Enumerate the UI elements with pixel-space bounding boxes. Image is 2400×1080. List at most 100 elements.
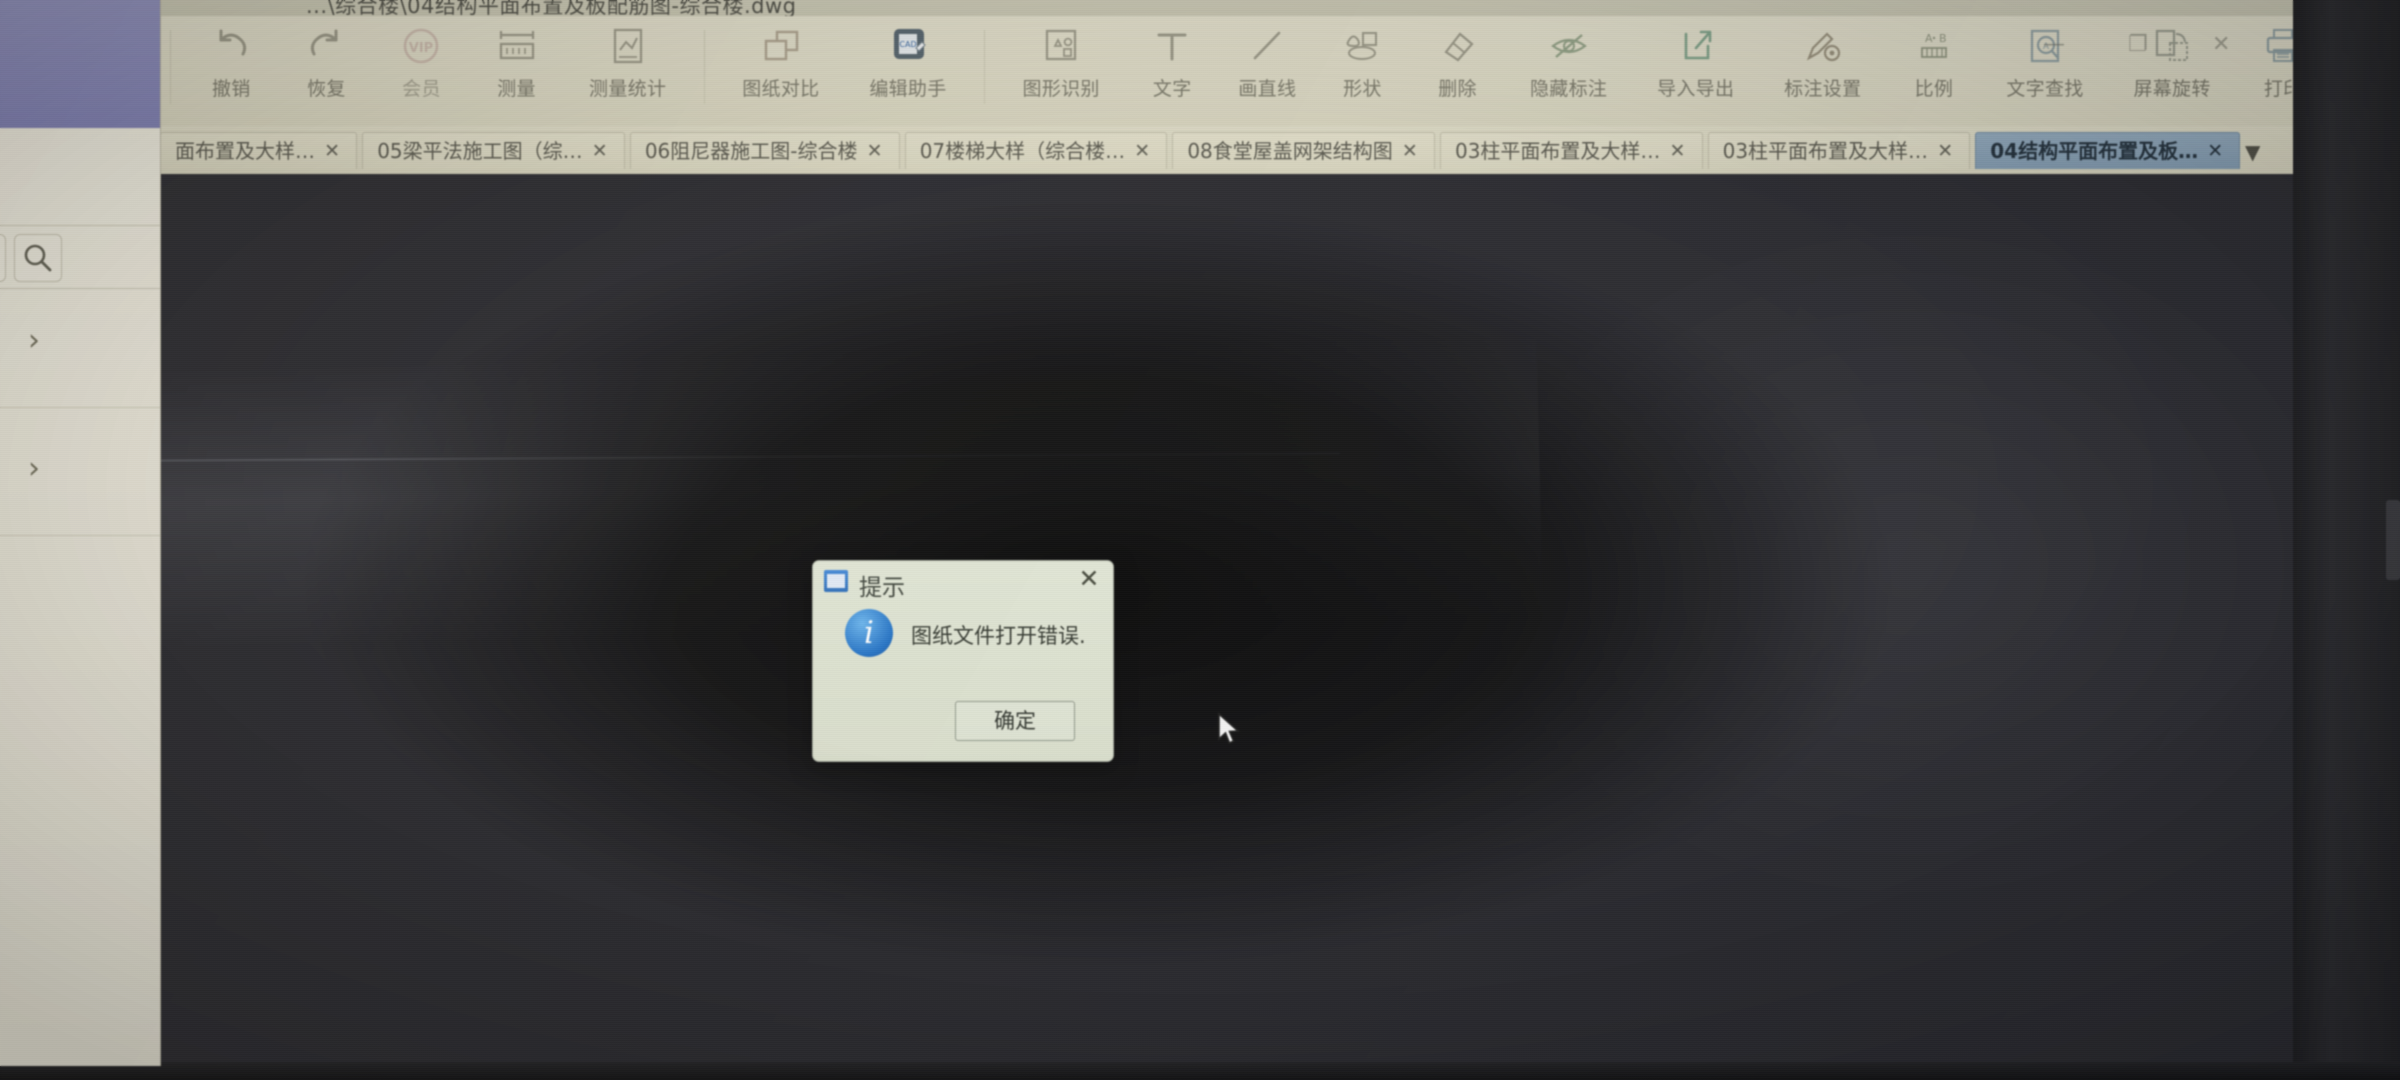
- document-tab-strip: 面布置及大样… ✕ 05梁平法施工图（综… ✕ 06阻尼器施工图-综合楼 ✕ 0…: [0, 126, 2293, 175]
- toolbar-button-vip[interactable]: VIP 会员: [376, 16, 466, 120]
- document-tab[interactable]: 03柱平面布置及大样… ✕: [1707, 132, 1971, 169]
- edit-assistant-icon: CAD: [884, 26, 932, 70]
- toolbar-button-undo[interactable]: 撤销: [186, 16, 276, 120]
- toolbar-button-measure[interactable]: 测量: [472, 16, 562, 120]
- error-dialog[interactable]: 提示 ✕ 图纸文件打开错误. 确定: [812, 560, 1114, 762]
- tab-label: 03柱平面布置及大样…: [1454, 139, 1661, 163]
- document-tab[interactable]: 08食堂屋盖网架结构图 ✕: [1172, 132, 1435, 169]
- toolbar-label: 会员: [402, 78, 441, 100]
- redo-icon: [302, 26, 350, 70]
- toolbar-button-annotation-settings[interactable]: 标注设置: [1762, 16, 1884, 120]
- bezel-bottom: [0, 1062, 2400, 1080]
- toolbar-label: 画直线: [1238, 78, 1297, 100]
- sidebar-row[interactable]: 图层 ›: [0, 415, 160, 536]
- dialog-close-button[interactable]: ✕: [1075, 565, 1103, 593]
- toolbar-label: 测量: [497, 78, 536, 100]
- tab-close-icon[interactable]: ✕: [1130, 133, 1154, 169]
- tab-close-icon[interactable]: ✕: [1398, 133, 1422, 169]
- tab-label: 面布置及大样…: [175, 139, 315, 163]
- toolbar-button-hide-annotation[interactable]: 隐藏标注: [1508, 16, 1630, 120]
- toolbar-label: 比例: [1914, 78, 1954, 100]
- info-icon: [845, 609, 893, 657]
- toolbar-label: 编辑助手: [869, 78, 947, 100]
- svg-text:VIP: VIP: [409, 41, 433, 56]
- document-tab[interactable]: 面布置及大样… ✕: [160, 132, 358, 169]
- measure-stats-icon: [604, 26, 652, 70]
- left-sidebar: 目 图纸 › 图层: [0, 0, 161, 1066]
- toolbar-separator: [170, 30, 172, 104]
- toolbar-label: 文字查找: [2006, 78, 2084, 100]
- toolbar-button-compare[interactable]: 图纸对比: [720, 16, 842, 120]
- toolbar-button-redo[interactable]: 恢复: [281, 16, 371, 120]
- toolbar-button-shape-recognize[interactable]: 图形识别: [1000, 16, 1122, 120]
- laptop-photo: ...\综合楼\04结构平面布置及板配筋图-综合楼.dwg 撤销 恢复 VIP …: [0, 0, 2400, 1080]
- toolbar-separator: [984, 30, 986, 104]
- toolbar-button-import-export[interactable]: 导入导出: [1635, 16, 1757, 120]
- toolbar-separator: [703, 30, 705, 104]
- drawing-canvas[interactable]: [160, 174, 2293, 1066]
- scale-icon: A B: [1910, 26, 1958, 70]
- search-icon[interactable]: [14, 234, 62, 282]
- tab-close-icon[interactable]: ✕: [2203, 133, 2227, 169]
- window-minimize-button[interactable]: —: [2043, 32, 2065, 57]
- tab-label: 04结构平面布置及板…: [1990, 139, 2199, 163]
- dialog-message: 图纸文件打开错误.: [911, 624, 1086, 648]
- sync-icon[interactable]: [0, 234, 6, 282]
- toolbar-label: 导入导出: [1657, 78, 1735, 100]
- tab-overflow-button[interactable]: ▼: [2245, 140, 2260, 164]
- toolbar-label: 图形识别: [1022, 78, 1100, 100]
- chevron-right-icon: ›: [28, 451, 40, 486]
- eraser-icon: [1434, 26, 1482, 70]
- line-icon: [1243, 26, 1291, 70]
- toolbar-label: 形状: [1343, 78, 1382, 100]
- tab-close-icon[interactable]: ✕: [1666, 133, 1690, 169]
- bezel-right: [2293, 0, 2400, 1080]
- toolbar-label: 屏幕旋转: [2133, 78, 2211, 100]
- tab-label: 08食堂屋盖网架结构图: [1187, 139, 1393, 163]
- document-tab[interactable]: 07楼梯大样（综合楼… ✕: [904, 132, 1168, 169]
- sidebar-row[interactable]: 图纸 ›: [0, 287, 160, 408]
- toolbar-button-edit-assistant[interactable]: CAD 编辑助手: [847, 16, 969, 120]
- tab-close-icon[interactable]: ✕: [1933, 133, 1957, 169]
- tab-close-icon[interactable]: ✕: [588, 133, 612, 169]
- document-tab[interactable]: 03柱平面布置及大样… ✕: [1439, 132, 1703, 169]
- annotation-settings-icon: [1799, 26, 1847, 70]
- tab-close-icon[interactable]: ✕: [863, 133, 887, 169]
- chevron-right-icon: ›: [28, 323, 40, 358]
- document-tab[interactable]: 05梁平法施工图（综… ✕: [362, 132, 625, 169]
- toolbar-button-print[interactable]: 打印: [2238, 16, 2293, 120]
- tab-close-icon[interactable]: ✕: [320, 133, 344, 169]
- vip-icon: VIP: [397, 26, 445, 70]
- window-close-button[interactable]: ✕: [2212, 32, 2230, 57]
- svg-text:A: A: [1925, 32, 1933, 45]
- toolbar-label: 测量统计: [589, 78, 667, 100]
- screen-rotate-icon: [2148, 26, 2196, 70]
- toolbar-button-scale[interactable]: A B 比例: [1889, 16, 1979, 120]
- compare-icon: [757, 26, 805, 70]
- laptop-screen: ...\综合楼\04结构平面布置及板配筋图-综合楼.dwg 撤销 恢复 VIP …: [0, 0, 2293, 1066]
- toolbar-label: 标注设置: [1784, 78, 1862, 100]
- document-tab-active[interactable]: 04结构平面布置及板… ✕: [1975, 132, 2241, 169]
- svg-text:CAD: CAD: [899, 40, 916, 49]
- toolbar-button-line[interactable]: 画直线: [1222, 16, 1312, 120]
- toolbar-button-erase[interactable]: 删除: [1413, 16, 1503, 120]
- print-icon: [2259, 26, 2293, 70]
- measure-icon: [493, 26, 541, 70]
- document-tab[interactable]: 06阻尼器施工图-综合楼 ✕: [629, 132, 900, 169]
- toolbar-button-measure-stats[interactable]: 测量统计: [567, 16, 689, 120]
- dialog-titlebar: 提示 ✕: [813, 561, 1113, 601]
- toolbar-label: 打印: [2263, 78, 2293, 100]
- shapes-icon: [1338, 26, 1386, 70]
- toolbar-button-shapes[interactable]: 形状: [1317, 16, 1407, 120]
- toolbar-button-text[interactable]: 文字: [1127, 16, 1217, 120]
- window-maximize-button[interactable]: ❐: [2128, 32, 2148, 57]
- bezel-notch: [2386, 500, 2400, 580]
- shape-recognize-icon: [1037, 26, 1085, 70]
- dialog-ok-button[interactable]: 确定: [955, 701, 1075, 741]
- svg-text:B: B: [1939, 32, 1947, 45]
- mouse-cursor: [1217, 712, 1243, 754]
- dialog-title: 提示: [859, 575, 905, 601]
- tab-label: 07楼梯大样（综合楼…: [919, 139, 1126, 163]
- toolbar-label: 图纸对比: [742, 78, 820, 100]
- tab-label: 03柱平面布置及大样…: [1722, 139, 1929, 163]
